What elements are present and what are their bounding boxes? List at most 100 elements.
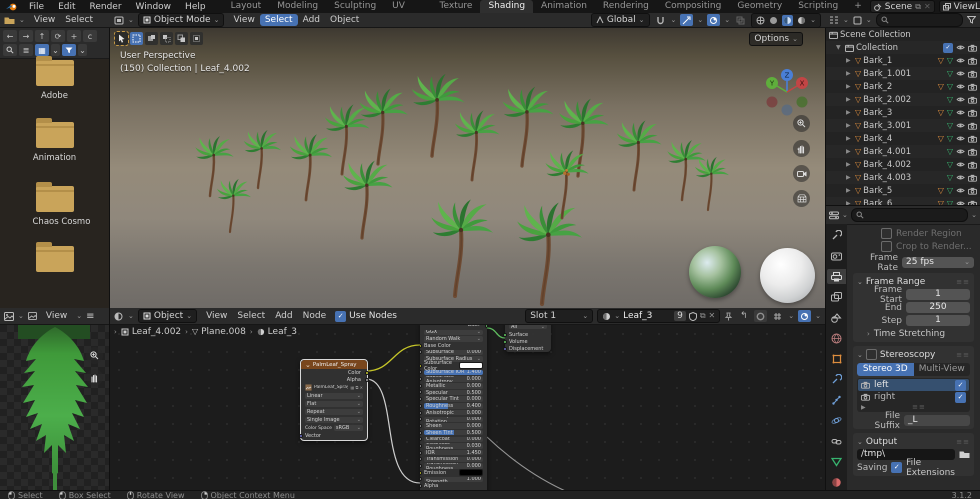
users-count-badge[interactable]: 9 bbox=[674, 311, 686, 321]
viewport-menu-object[interactable]: Object bbox=[325, 14, 364, 26]
outliner-row-object[interactable]: ▶ ▽ Bark_4.003 ▽ bbox=[826, 171, 980, 184]
hide-eye-icon[interactable] bbox=[956, 83, 965, 90]
bsdf-slider-specular-tint[interactable]: Specular Tint 0.000 bbox=[420, 396, 487, 403]
workspace-tab-texture-paint[interactable]: Texture Paint bbox=[432, 0, 481, 24]
material-output-node[interactable]: All ⌄ Surface Volume Displacement bbox=[503, 325, 551, 352]
camera-visibility-icon[interactable] bbox=[968, 122, 977, 130]
outliner-row-collection[interactable]: ▼ Collection ✓ bbox=[826, 41, 980, 54]
mode-dropdown[interactable]: Object Mode ⌄ bbox=[137, 13, 225, 27]
node-dropdown[interactable]: Linear ⌄ bbox=[301, 392, 367, 400]
hide-eye-icon[interactable] bbox=[956, 122, 965, 129]
hamburger-menu-icon[interactable]: ≡ bbox=[86, 311, 94, 322]
bsdf-dropdown[interactable]: Random Walk ⌄ bbox=[420, 336, 487, 343]
bsdf-slider-ior[interactable]: IOR 1.450 bbox=[420, 449, 487, 456]
rendered-shading-icon[interactable] bbox=[797, 16, 806, 25]
matcap-preview-sphere[interactable] bbox=[760, 248, 815, 303]
stereo-view-row[interactable]: left ✓ bbox=[858, 379, 969, 391]
output-input-volume[interactable]: Volume bbox=[503, 338, 551, 345]
filter-chevron-icon[interactable]: ⌄ bbox=[78, 44, 87, 56]
slot-dropdown[interactable]: Slot 1 ⌄ bbox=[525, 309, 594, 323]
viewport-menu-select[interactable]: Select bbox=[259, 14, 298, 26]
collapse-icon[interactable]: ⌄ bbox=[857, 438, 863, 446]
outliner-row-object[interactable]: ▶ ▽ Bark_3 ▽ ▽ bbox=[826, 106, 980, 119]
hide-eye-icon[interactable] bbox=[956, 135, 965, 142]
disclosure-icon[interactable]: ▶ bbox=[846, 96, 853, 103]
outliner-row-object[interactable]: ▶ ▽ Bark_3.001 ▽ bbox=[826, 119, 980, 132]
stereo-view-row[interactable]: right ✓ bbox=[858, 391, 969, 403]
properties-tab-data-icon[interactable] bbox=[827, 455, 846, 470]
filter-icon[interactable] bbox=[62, 44, 76, 56]
bsdf-input-alpha[interactable]: Alpha bbox=[420, 483, 487, 490]
camera-visibility-icon[interactable] bbox=[968, 96, 977, 104]
new-material-copy-icon[interactable]: ⧉ bbox=[700, 312, 706, 320]
disclosure-icon[interactable]: ▶ bbox=[846, 122, 853, 129]
outliner-row-object[interactable]: ▶ ▽ Bark_5 ▽ ▽ bbox=[826, 184, 980, 197]
disclosure-icon[interactable]: ▶ bbox=[846, 161, 853, 168]
properties-tab-particles-icon[interactable] bbox=[827, 393, 846, 408]
workspace-tab-scripting[interactable]: Scripting bbox=[790, 0, 846, 13]
bsdf-slider-clearcoat[interactable]: Clearcoat 0.000 bbox=[420, 436, 487, 443]
disclosure-icon[interactable]: ▶ bbox=[846, 109, 853, 116]
close-icon[interactable]: ✕ bbox=[924, 2, 931, 11]
viewport-3d[interactable]: User Perspective (150) Collection | Leaf… bbox=[110, 28, 825, 308]
viewport-menu-view[interactable]: View bbox=[228, 14, 259, 26]
select-extend-icon[interactable] bbox=[145, 32, 158, 45]
hide-eye-icon[interactable] bbox=[956, 174, 965, 181]
xray-icon[interactable] bbox=[734, 14, 747, 26]
solid-shading-icon[interactable] bbox=[769, 16, 778, 25]
scene-selector[interactable]: Scene ⧉ ✕ bbox=[869, 0, 935, 13]
workspace-tab-animation[interactable]: Animation bbox=[533, 0, 595, 13]
workspace-tab-geometry-nodes[interactable]: Geometry Nodes bbox=[729, 0, 790, 24]
camera-visibility-icon[interactable] bbox=[968, 161, 977, 169]
folder-item[interactable]: Adobe bbox=[33, 56, 77, 101]
topbar-menu-window[interactable]: Window bbox=[129, 2, 179, 12]
outliner-search[interactable] bbox=[875, 13, 963, 27]
vector-input[interactable]: Vector bbox=[299, 432, 367, 440]
parent-node-tree-icon[interactable]: ↰ bbox=[737, 310, 750, 322]
properties-tab-world-icon[interactable] bbox=[827, 331, 846, 346]
node-canvas[interactable]: › Leaf_4.002 › ▽ Plane.008 › Leaf_3 ⌄ PalmLeaf_… bbox=[110, 325, 825, 490]
outliner-row-object[interactable]: ▶ ▽ Bark_6 ▽ ▽ bbox=[826, 197, 980, 205]
compositing-preview-icon[interactable] bbox=[754, 310, 768, 322]
proportional-edit-icon[interactable] bbox=[680, 14, 694, 26]
output-input-surface[interactable]: Surface bbox=[503, 331, 551, 338]
stereoscopy-tab[interactable]: Stereo 3D bbox=[857, 363, 914, 376]
hide-eye-icon[interactable] bbox=[956, 109, 965, 116]
workspace-tab-+[interactable]: + bbox=[846, 0, 870, 13]
select-subtract-icon[interactable] bbox=[160, 32, 173, 45]
file-browser-icon[interactable] bbox=[4, 16, 15, 25]
outliner-row-object[interactable]: ▶ ▽ Bark_4 ▽ ▽ bbox=[826, 132, 980, 145]
use-nodes-toggle[interactable]: ✓ Use Nodes bbox=[335, 310, 397, 322]
bsdf-input-base-color[interactable]: Base Color bbox=[420, 342, 487, 349]
file-browser-menu-view[interactable]: View bbox=[29, 14, 60, 26]
outliner-row-object[interactable]: ▶ ▽ Bark_1.001 ▽ bbox=[826, 67, 980, 80]
breadcrumb-item[interactable]: Leaf_4.002 bbox=[121, 327, 181, 337]
display-mode-icon[interactable] bbox=[853, 16, 862, 25]
hide-eye-icon[interactable] bbox=[956, 161, 965, 168]
node-dropdown[interactable]: Flat ⌄ bbox=[301, 400, 367, 408]
pan-hand-icon[interactable] bbox=[86, 369, 103, 386]
camera-visibility-icon[interactable] bbox=[968, 83, 977, 91]
hide-eye-icon[interactable] bbox=[956, 148, 965, 155]
workspace-tab-layout[interactable]: Layout bbox=[223, 0, 270, 13]
crop-to-render-row[interactable]: Crop to Render... bbox=[881, 240, 974, 253]
outliner-row-object[interactable]: ▶ ▽ Bark_4.002 ▽ bbox=[826, 158, 980, 171]
workspace-tab-sculpting[interactable]: Sculpting bbox=[326, 0, 384, 13]
bsdf-slider-sheen[interactable]: Sheen 0.000 bbox=[420, 423, 487, 430]
pin-icon[interactable] bbox=[724, 312, 733, 321]
properties-tab-render-icon[interactable] bbox=[827, 249, 846, 264]
file-browser-menu-select[interactable]: Select bbox=[60, 14, 98, 26]
bsdf-dropdown[interactable]: GGX ⌄ bbox=[420, 329, 487, 336]
properties-tab-output-icon[interactable] bbox=[827, 269, 846, 284]
disclosure-icon[interactable]: ▶ bbox=[846, 187, 853, 194]
outliner-row-object[interactable]: ▶ ▽ Bark_1 ▽ ▽ bbox=[826, 54, 980, 67]
material-shading-icon[interactable] bbox=[782, 14, 794, 26]
node-dropdown[interactable]: Repeat ⌄ bbox=[301, 408, 367, 416]
output-input-displacement[interactable]: Displacement bbox=[503, 345, 551, 352]
display-settings-chevron-icon[interactable]: ⌄ bbox=[51, 44, 60, 56]
copy-icon[interactable]: ⧉ bbox=[915, 2, 921, 11]
refresh-icon[interactable]: ⟳ bbox=[51, 30, 65, 42]
topbar-menu-edit[interactable]: Edit bbox=[51, 2, 82, 12]
time-stretching-row[interactable]: › Time Stretching bbox=[867, 327, 970, 340]
bsdf-slider-anisotropic-rotation[interactable]: Anisotropic Rotation0.000 bbox=[420, 416, 487, 423]
